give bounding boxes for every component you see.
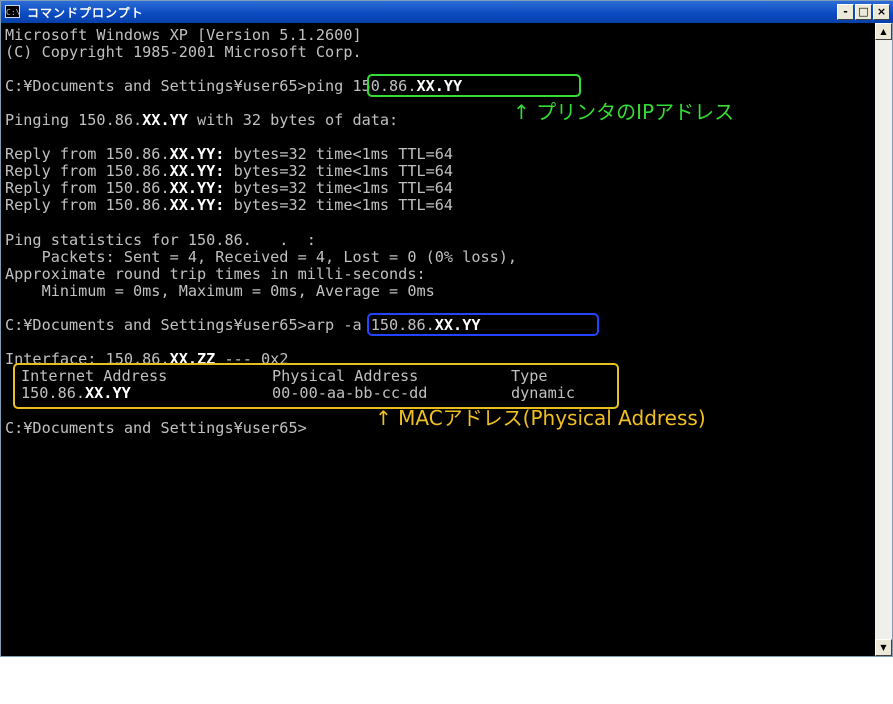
pinging-prefix: Pinging 150.86.: [5, 111, 143, 129]
masked-ip: XX.YY: [142, 111, 188, 129]
pinging-line: Pinging 150.86.XX.YY with 32 bytes of da…: [5, 112, 398, 129]
prompt: C:¥Documents and Settings¥user65>: [5, 77, 307, 95]
masked-ip: XX.YY:: [169, 145, 225, 163]
scroll-down-button[interactable]: ▼: [875, 639, 892, 656]
masked-ip: XX.YY:: [169, 179, 225, 197]
reply-prefix: Reply from 150.86.: [5, 179, 170, 197]
title-bar[interactable]: C:\ コマンドプロンプト - □ ×: [1, 1, 893, 23]
final-prompt: C:¥Documents and Settings¥user65>: [5, 419, 307, 437]
prompt: C:¥Documents and Settings¥user65>: [5, 316, 307, 334]
reply-suffix: bytes=32 time<1ms TTL=64: [224, 196, 454, 214]
minimize-button[interactable]: -: [837, 4, 854, 20]
stats-line: Ping statistics for 150.86. . :: [5, 231, 316, 249]
arp-highlight-box: [367, 313, 599, 336]
masked-ip: XX.YY:: [169, 162, 225, 180]
reply-suffix: bytes=32 time<1ms TTL=64: [224, 162, 454, 180]
scroll-up-button[interactable]: ▲: [875, 23, 892, 40]
window-title: コマンドプロンプト: [27, 6, 144, 20]
reply-prefix: Reply from 150.86.: [5, 196, 170, 214]
console-icon[interactable]: C:\: [5, 5, 20, 18]
copyright-line: (C) Copyright 1985-2001 Microsoft Corp.: [5, 43, 362, 61]
close-button[interactable]: ×: [873, 4, 890, 20]
command-prompt-window: C:\ コマンドプロンプト - □ × Microsoft Windows XP…: [0, 0, 893, 657]
maximize-button[interactable]: □: [855, 4, 872, 20]
reply-line: Reply from 150.86.XX.YY: bytes=32 time<1…: [5, 180, 453, 197]
reply-prefix: Reply from 150.86.: [5, 162, 170, 180]
stats-line: Packets: Sent = 4, Received = 4, Lost = …: [5, 248, 518, 266]
stats-line: Approximate round trip times in milli-se…: [5, 265, 426, 283]
console-output[interactable]: Microsoft Windows XP [Version 5.1.2600] …: [5, 27, 873, 652]
reply-prefix: Reply from 150.86.: [5, 145, 170, 163]
pinging-suffix: with 32 bytes of data:: [187, 111, 399, 129]
vertical-scrollbar[interactable]: ▲ ▼: [875, 23, 892, 656]
masked-ip: XX.YY:: [169, 196, 225, 214]
reply-line: Reply from 150.86.XX.YY: bytes=32 time<1…: [5, 146, 453, 163]
mac-address-annotation: ↑ MACアドレス(Physical Address): [375, 406, 706, 430]
banner-line: Microsoft Windows XP [Version 5.1.2600]: [5, 26, 362, 44]
reply-suffix: bytes=32 time<1ms TTL=64: [224, 179, 454, 197]
reply-suffix: bytes=32 time<1ms TTL=64: [224, 145, 454, 163]
stats-line: Minimum = 0ms, Maximum = 0ms, Average = …: [5, 282, 435, 300]
reply-line: Reply from 150.86.XX.YY: bytes=32 time<1…: [5, 163, 453, 180]
ip-address-annotation: ↑ プリンタのIPアドレス: [513, 100, 735, 124]
ping-highlight-box: [367, 74, 581, 97]
reply-line: Reply from 150.86.XX.YY: bytes=32 time<1…: [5, 197, 453, 214]
arp-table-highlight-box: [13, 363, 619, 409]
